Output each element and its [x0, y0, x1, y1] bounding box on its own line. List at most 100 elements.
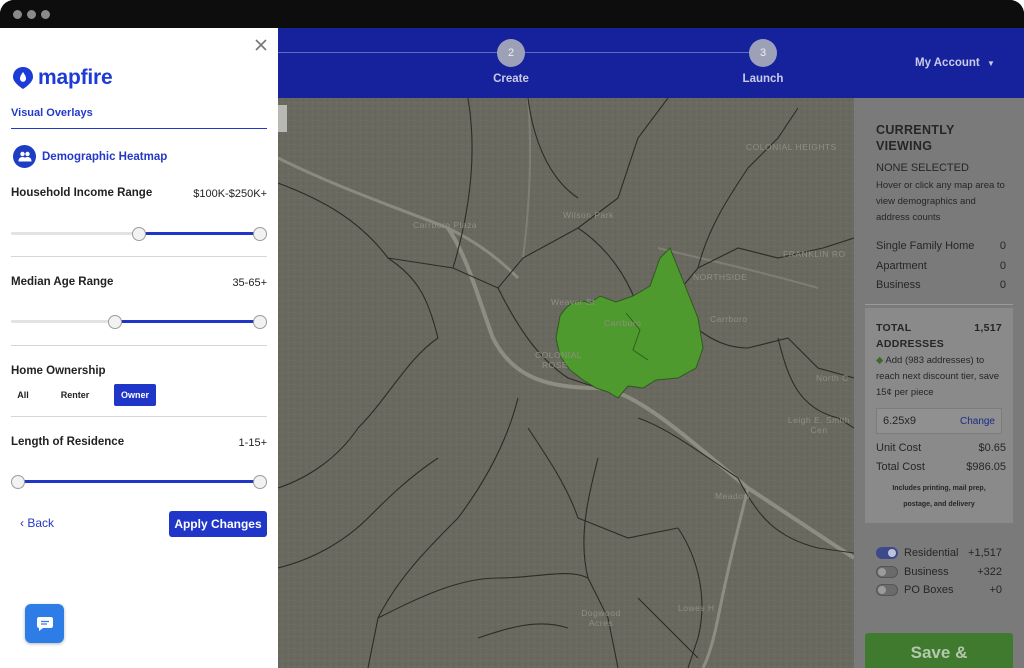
count-value: 0 — [999, 279, 1006, 291]
selection-hint: Hover or click any map area to view demo… — [876, 180, 1005, 223]
window-dot-close[interactable] — [13, 10, 22, 19]
print-size-field[interactable]: 6.25x9 Change — [876, 408, 1002, 434]
apply-changes-button[interactable]: Apply Changes — [169, 511, 267, 537]
ownership-option-renter[interactable]: Renter — [54, 384, 96, 406]
map-label: Carrboro Plaza — [413, 220, 478, 230]
map-label: FRANKLIN RO — [783, 249, 846, 259]
count-label: Business — [876, 279, 921, 291]
ownership-label: Home Ownership — [11, 365, 106, 377]
slider-fill — [114, 320, 260, 323]
browser-window: mapfire Visual Overlays Demographic Heat… — [0, 0, 1024, 668]
slider-fill — [18, 480, 260, 483]
discount-text: Add (983 addresses) to reach next discou… — [876, 355, 1000, 398]
total-cost-row: Total Cost $986.05 — [876, 461, 1006, 473]
toggle-label: PO Boxes — [904, 584, 954, 596]
unit-cost-label: Unit Cost — [876, 442, 922, 454]
tag-icon: ◆ — [876, 355, 886, 366]
chat-bubble-icon — [36, 616, 53, 631]
count-label: Apartment — [876, 260, 927, 272]
map-canvas[interactable]: COLONIAL HEIGHTS Wilson Park NORTHSIDE F… — [278, 98, 854, 668]
map-boundaries[interactable] — [278, 98, 854, 668]
po-boxes-toggle[interactable] — [876, 584, 898, 596]
slider-fill — [139, 232, 260, 235]
window-dot-minimize[interactable] — [27, 10, 36, 19]
window-titlebar — [0, 0, 1024, 28]
change-size-link[interactable]: Change — [960, 416, 995, 427]
ownership-option-owner[interactable]: Owner — [114, 384, 156, 406]
income-value: $100K-$250K+ — [193, 188, 267, 200]
account-menu[interactable]: My Account ▼ — [915, 57, 995, 69]
map-label: Wilson Park — [563, 210, 614, 220]
includes-note: Includes printing, mail prep, postage, a… — [892, 485, 986, 508]
map-panel-handle[interactable] — [278, 105, 287, 132]
section-title[interactable]: Visual Overlays — [11, 107, 93, 119]
income-label: Household Income Range — [11, 187, 153, 199]
slider-handle-max[interactable] — [253, 475, 267, 489]
filter-panel: mapfire Visual Overlays Demographic Heat… — [0, 28, 278, 668]
income-slider[interactable] — [11, 227, 267, 241]
back-button[interactable]: ‹ Back — [20, 516, 54, 530]
ownership-option-all[interactable]: All — [11, 384, 35, 406]
count-row: Business 0 — [876, 279, 1006, 291]
step-2-circle[interactable]: 2 — [497, 39, 525, 67]
toggle-count: +322 — [977, 566, 1002, 578]
unit-cost-value: $0.65 — [978, 442, 1006, 454]
toggle-label: Residential — [904, 547, 959, 559]
toggle-knob — [888, 549, 896, 557]
map-label: NORTHSIDE — [693, 272, 748, 282]
mapfire-logo: mapfire — [11, 66, 113, 90]
age-value: 35-65+ — [232, 277, 267, 289]
back-label: Back — [27, 516, 55, 530]
residence-slider[interactable] — [11, 475, 267, 489]
slider-handle-min[interactable] — [107, 315, 122, 329]
slider-handle-max[interactable] — [253, 227, 267, 241]
age-label: Median Age Range — [11, 276, 114, 288]
slider-handle-min[interactable] — [132, 227, 146, 241]
save-button[interactable]: Save & — [865, 633, 1013, 668]
toggle-knob — [878, 586, 886, 594]
map-pin-icon — [13, 67, 33, 89]
map-label: COLONIAL ROSE — [535, 350, 582, 370]
step-3-circle[interactable]: 3 — [749, 39, 777, 67]
print-size-value: 6.25x9 — [883, 415, 917, 427]
total-cost-value: $986.05 — [966, 461, 1006, 473]
top-navigation: 2 Create 3 Launch My Account ▼ — [278, 28, 1024, 98]
overlay-title: Demographic Heatmap — [42, 150, 168, 163]
overlay-heading[interactable]: Demographic Heatmap — [13, 145, 167, 168]
residential-toggle[interactable] — [876, 547, 898, 559]
total-addresses-value: 1,517 — [974, 322, 1002, 334]
toggle-label: Business — [904, 566, 949, 578]
close-icon[interactable] — [253, 38, 269, 54]
map-label: Carrboro — [710, 314, 748, 324]
caret-down-icon: ▼ — [986, 59, 995, 68]
residence-value: 1-15+ — [238, 437, 267, 449]
window-dot-maximize[interactable] — [41, 10, 50, 19]
slider-handle-min[interactable] — [11, 475, 25, 489]
divider — [11, 345, 267, 346]
age-slider[interactable] — [11, 315, 267, 329]
toggle-knob — [878, 568, 886, 576]
section-underline — [11, 128, 267, 129]
brand-name: mapfire — [38, 66, 113, 89]
slider-handle-max[interactable] — [253, 315, 267, 329]
step-2-label[interactable]: Create — [471, 73, 551, 85]
divider — [11, 416, 267, 417]
map-label: Meadow — [715, 491, 751, 501]
unit-cost-row: Unit Cost $0.65 — [876, 442, 1006, 454]
count-label: Single Family Home — [876, 240, 975, 252]
step-3-label[interactable]: Launch — [723, 73, 803, 85]
chat-button[interactable] — [25, 604, 64, 643]
total-addresses-label: TOTAL ADDRESSES — [876, 322, 945, 350]
business-toggle[interactable] — [876, 566, 898, 578]
people-icon — [13, 145, 36, 168]
count-value: 0 — [999, 240, 1006, 252]
map-label: Lowes H — [678, 603, 715, 613]
viewing-heading: CURRENTLY VIEWING — [876, 123, 955, 153]
count-row: Single Family Home 0 — [876, 240, 1006, 252]
count-row: Apartment 0 — [876, 260, 1006, 272]
map-label: North C — [816, 373, 849, 383]
divider — [11, 256, 267, 257]
count-value: 0 — [999, 260, 1006, 272]
map-label: Leigh E. Smith Cen — [787, 415, 851, 435]
selection-status: NONE SELECTED — [876, 162, 969, 174]
